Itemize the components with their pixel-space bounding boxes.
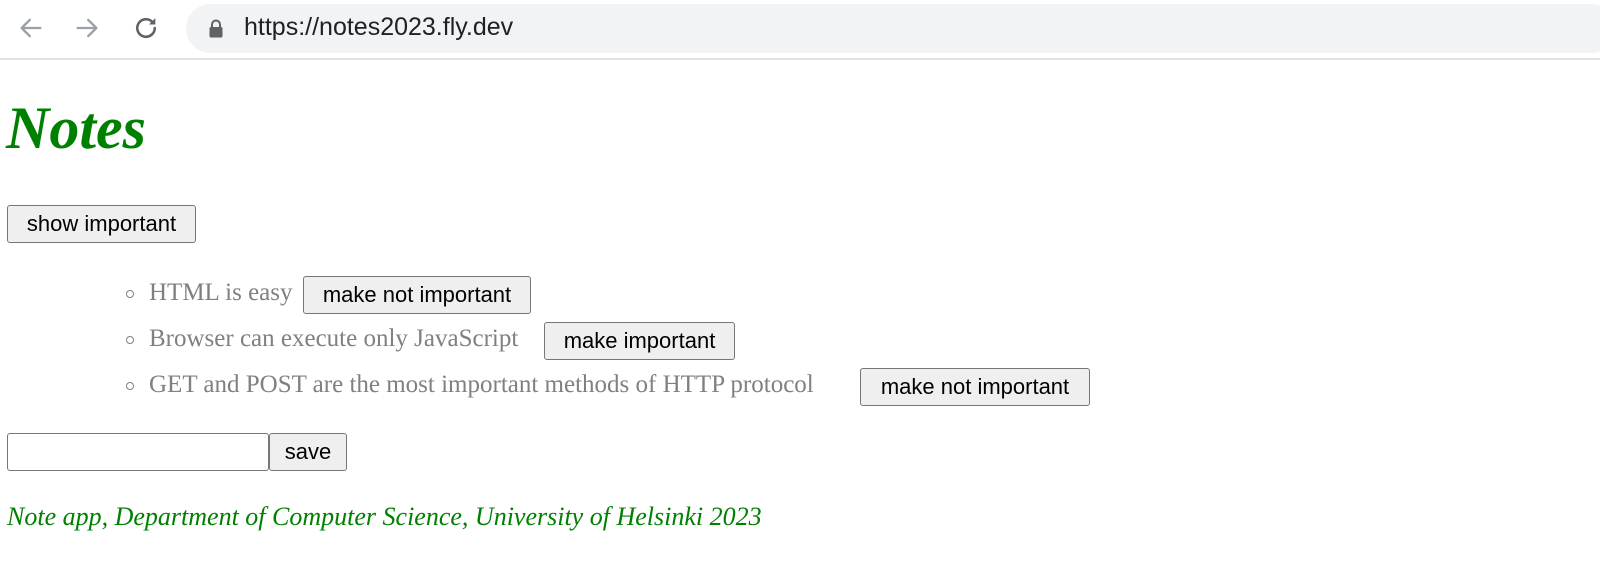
url-text: https://notes2023.fly.dev bbox=[244, 13, 514, 41]
reload-icon bbox=[136, 17, 157, 39]
forward-button[interactable] bbox=[71, 12, 103, 44]
lock-icon bbox=[209, 19, 223, 38]
page-content: Notes show important HTML is easy make n… bbox=[0, 60, 1600, 568]
footer-text: Note app, Department of Computer Science… bbox=[7, 502, 762, 531]
arrow-left-icon bbox=[20, 18, 42, 38]
circle-bullet bbox=[126, 382, 134, 390]
show-important-button[interactable]: show important bbox=[7, 205, 196, 243]
browser-toolbar: https://notes2023.fly.dev bbox=[0, 0, 1600, 60]
note-content: Browser can execute only JavaScript bbox=[149, 325, 519, 352]
toggle-importance-button[interactable]: make important bbox=[544, 322, 735, 360]
reload-button[interactable] bbox=[130, 12, 162, 44]
note-content: GET and POST are the most important meth… bbox=[149, 371, 814, 398]
circle-bullet bbox=[126, 336, 134, 344]
toggle-importance-button[interactable]: make not important bbox=[860, 368, 1090, 406]
toggle-importance-button[interactable]: make not important bbox=[303, 276, 531, 314]
back-button[interactable] bbox=[15, 12, 47, 44]
circle-bullet bbox=[126, 290, 134, 298]
page-title: Notes bbox=[6, 95, 146, 161]
note-content: HTML is easy bbox=[149, 279, 293, 306]
save-button[interactable]: save bbox=[269, 433, 347, 471]
address-bar[interactable]: https://notes2023.fly.dev bbox=[186, 4, 1600, 53]
arrow-right-icon bbox=[76, 18, 98, 38]
new-note-input[interactable] bbox=[7, 433, 269, 471]
